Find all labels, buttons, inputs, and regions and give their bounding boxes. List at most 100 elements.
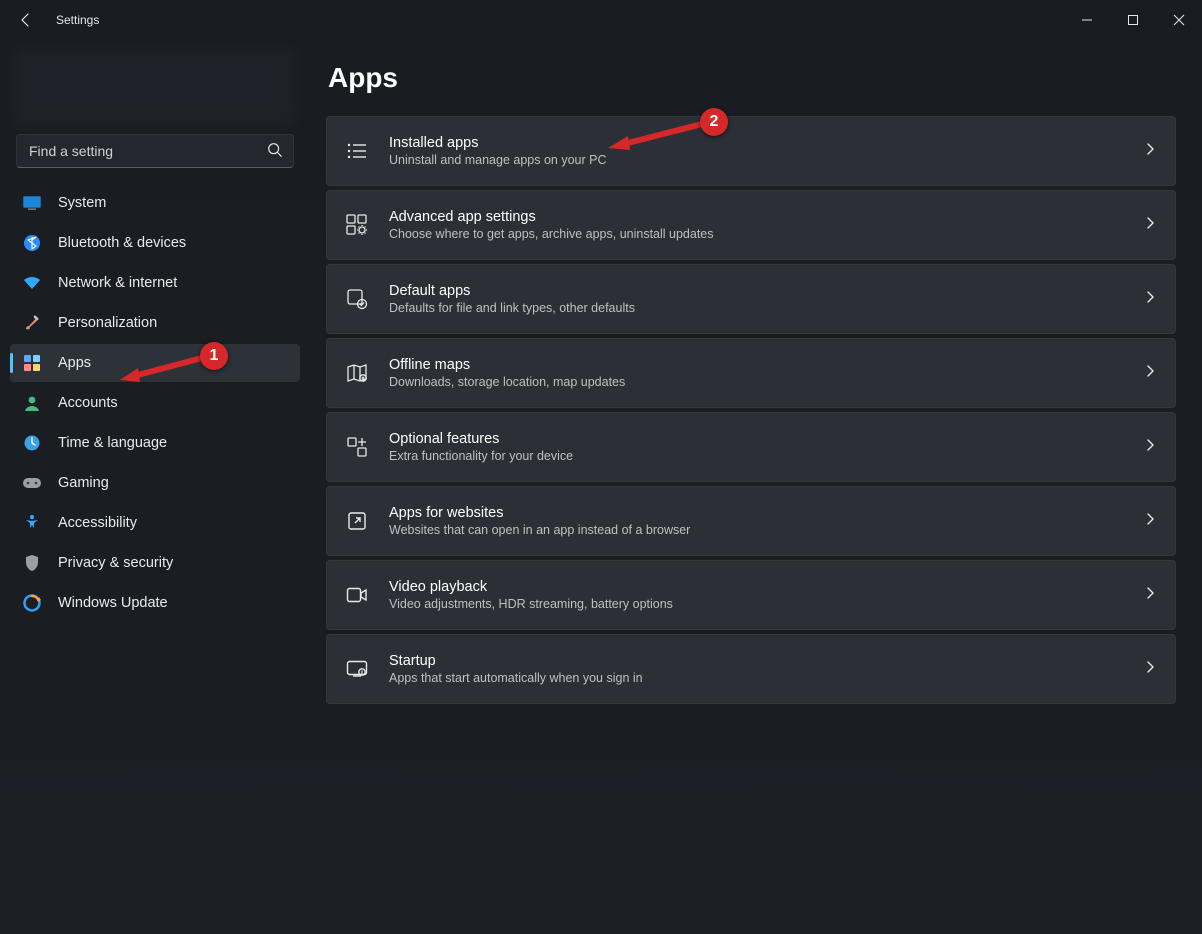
sidebar-item-label: System bbox=[58, 195, 106, 211]
sidebar-item-accessibility[interactable]: Accessibility bbox=[10, 504, 300, 542]
sidebar-item-bluetooth[interactable]: Bluetooth & devices bbox=[10, 224, 300, 262]
search-icon bbox=[266, 141, 284, 164]
sidebar-item-label: Accounts bbox=[58, 395, 118, 411]
card-text: Optional features Extra functionality fo… bbox=[389, 431, 1125, 463]
video-icon bbox=[345, 583, 369, 607]
card-subtitle: Video adjustments, HDR streaming, batter… bbox=[389, 597, 1125, 611]
close-button[interactable] bbox=[1156, 0, 1202, 40]
shield-icon bbox=[22, 553, 42, 573]
card-title: Offline maps bbox=[389, 357, 1125, 373]
update-icon bbox=[22, 593, 42, 613]
brush-icon bbox=[22, 313, 42, 333]
user-account-block[interactable] bbox=[14, 48, 296, 126]
card-apps-for-websites[interactable]: Apps for websites Websites that can open… bbox=[326, 486, 1176, 556]
card-subtitle: Extra functionality for your device bbox=[389, 449, 1125, 463]
chevron-right-icon bbox=[1145, 290, 1155, 309]
card-text: Default apps Defaults for file and link … bbox=[389, 283, 1125, 315]
apps-icon bbox=[22, 353, 42, 373]
card-text: Startup Apps that start automatically wh… bbox=[389, 653, 1125, 685]
sidebar-item-label: Accessibility bbox=[58, 515, 137, 531]
person-icon bbox=[22, 393, 42, 413]
sidebar-item-label: Gaming bbox=[58, 475, 109, 491]
card-subtitle: Downloads, storage location, map updates bbox=[389, 375, 1125, 389]
search-input[interactable] bbox=[16, 134, 294, 168]
card-text: Apps for websites Websites that can open… bbox=[389, 505, 1125, 537]
sidebar-item-privacy[interactable]: Privacy & security bbox=[10, 544, 300, 582]
list-icon bbox=[345, 139, 369, 163]
startup-icon bbox=[345, 657, 369, 681]
card-startup[interactable]: Startup Apps that start automatically wh… bbox=[326, 634, 1176, 704]
sidebar-item-label: Time & language bbox=[58, 435, 167, 451]
body: System Bluetooth & devices Network & int… bbox=[0, 40, 1202, 934]
sidebar-item-windows-update[interactable]: Windows Update bbox=[10, 584, 300, 622]
card-text: Installed apps Uninstall and manage apps… bbox=[389, 135, 1125, 167]
sidebar-item-apps[interactable]: Apps bbox=[10, 344, 300, 382]
sidebar: System Bluetooth & devices Network & int… bbox=[0, 40, 310, 934]
minimize-button[interactable] bbox=[1064, 0, 1110, 40]
card-offline-maps[interactable]: Offline maps Downloads, storage location… bbox=[326, 338, 1176, 408]
annotation-badge-1: 1 bbox=[200, 342, 228, 370]
settings-card-list: Installed apps Uninstall and manage apps… bbox=[326, 116, 1176, 704]
system-icon bbox=[22, 193, 42, 213]
sidebar-item-label: Bluetooth & devices bbox=[58, 235, 186, 251]
card-title: Optional features bbox=[389, 431, 1125, 447]
main-content: Apps Installed apps Uninstall and manage… bbox=[310, 40, 1202, 934]
card-subtitle: Apps that start automatically when you s… bbox=[389, 671, 1125, 685]
chevron-right-icon bbox=[1145, 586, 1155, 605]
card-video-playback[interactable]: Video playback Video adjustments, HDR st… bbox=[326, 560, 1176, 630]
card-title: Startup bbox=[389, 653, 1125, 669]
card-title: Default apps bbox=[389, 283, 1125, 299]
card-default-apps[interactable]: Default apps Defaults for file and link … bbox=[326, 264, 1176, 334]
open-external-icon bbox=[345, 509, 369, 533]
card-text: Video playback Video adjustments, HDR st… bbox=[389, 579, 1125, 611]
card-text: Advanced app settings Choose where to ge… bbox=[389, 209, 1125, 241]
chevron-right-icon bbox=[1145, 512, 1155, 531]
sidebar-item-label: Privacy & security bbox=[58, 555, 173, 571]
sidebar-item-personalization[interactable]: Personalization bbox=[10, 304, 300, 342]
card-subtitle: Websites that can open in an app instead… bbox=[389, 523, 1125, 537]
default-apps-icon bbox=[345, 287, 369, 311]
map-icon bbox=[345, 361, 369, 385]
wifi-icon bbox=[22, 273, 42, 293]
sidebar-item-time-language[interactable]: Time & language bbox=[10, 424, 300, 462]
chevron-right-icon bbox=[1145, 660, 1155, 679]
settings-window: Settings bbox=[0, 0, 1202, 934]
sidebar-nav: System Bluetooth & devices Network & int… bbox=[10, 184, 300, 622]
app-title: Settings bbox=[56, 13, 99, 27]
sidebar-item-label: Windows Update bbox=[58, 595, 168, 611]
sidebar-item-accounts[interactable]: Accounts bbox=[10, 384, 300, 422]
titlebar-left: Settings bbox=[14, 8, 99, 32]
accessibility-icon bbox=[22, 513, 42, 533]
optional-features-icon bbox=[345, 435, 369, 459]
chevron-right-icon bbox=[1145, 216, 1155, 235]
window-controls bbox=[1064, 0, 1202, 40]
card-subtitle: Choose where to get apps, archive apps, … bbox=[389, 227, 1125, 241]
card-advanced-app-settings[interactable]: Advanced app settings Choose where to ge… bbox=[326, 190, 1176, 260]
card-title: Advanced app settings bbox=[389, 209, 1125, 225]
card-subtitle: Defaults for file and link types, other … bbox=[389, 301, 1125, 315]
sidebar-item-gaming[interactable]: Gaming bbox=[10, 464, 300, 502]
sidebar-item-label: Personalization bbox=[58, 315, 157, 331]
bluetooth-icon bbox=[22, 233, 42, 253]
sidebar-item-system[interactable]: System bbox=[10, 184, 300, 222]
clock-globe-icon bbox=[22, 433, 42, 453]
card-title: Installed apps bbox=[389, 135, 1125, 151]
page-title: Apps bbox=[328, 62, 1176, 94]
chevron-right-icon bbox=[1145, 364, 1155, 383]
card-optional-features[interactable]: Optional features Extra functionality fo… bbox=[326, 412, 1176, 482]
card-title: Video playback bbox=[389, 579, 1125, 595]
search-container bbox=[16, 134, 294, 168]
chevron-right-icon bbox=[1145, 142, 1155, 161]
card-installed-apps[interactable]: Installed apps Uninstall and manage apps… bbox=[326, 116, 1176, 186]
sidebar-item-label: Network & internet bbox=[58, 275, 177, 291]
card-text: Offline maps Downloads, storage location… bbox=[389, 357, 1125, 389]
chevron-right-icon bbox=[1145, 438, 1155, 457]
annotation-badge-2: 2 bbox=[700, 108, 728, 136]
titlebar: Settings bbox=[0, 0, 1202, 40]
sidebar-item-network[interactable]: Network & internet bbox=[10, 264, 300, 302]
gamepad-icon bbox=[22, 473, 42, 493]
card-title: Apps for websites bbox=[389, 505, 1125, 521]
sidebar-item-label: Apps bbox=[58, 355, 91, 371]
back-button[interactable] bbox=[14, 8, 38, 32]
maximize-button[interactable] bbox=[1110, 0, 1156, 40]
